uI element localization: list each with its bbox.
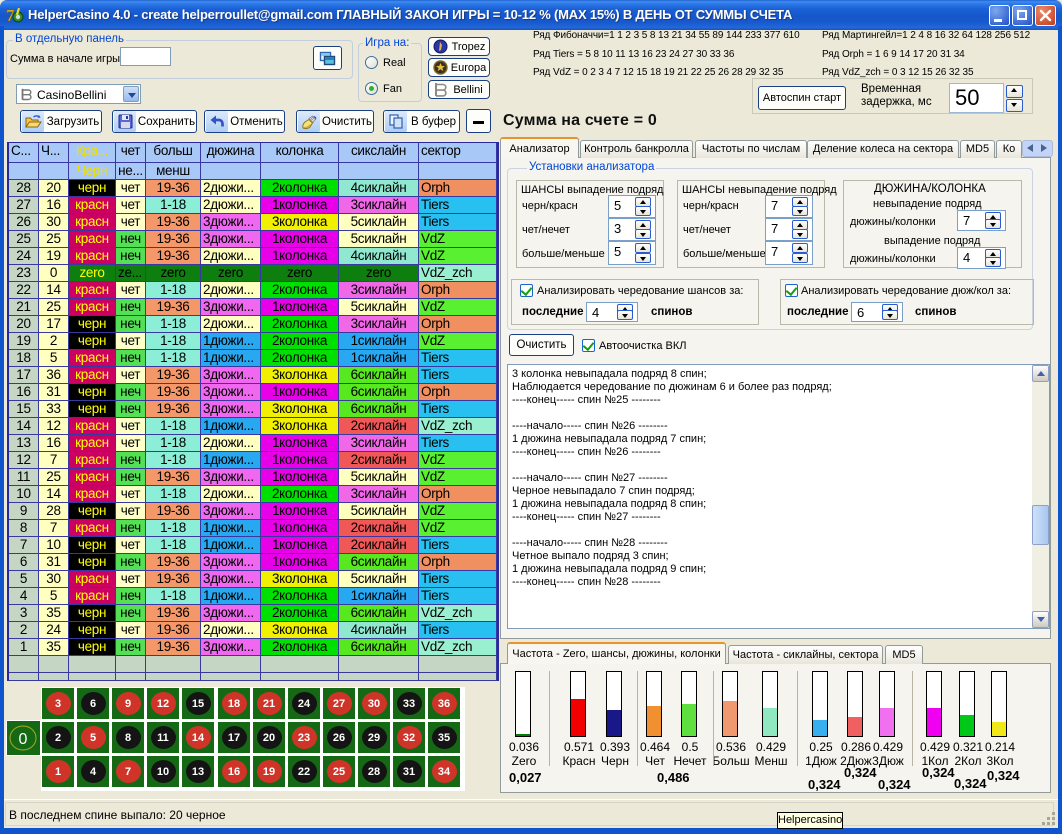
svg-text:0: 0 <box>19 731 28 748</box>
